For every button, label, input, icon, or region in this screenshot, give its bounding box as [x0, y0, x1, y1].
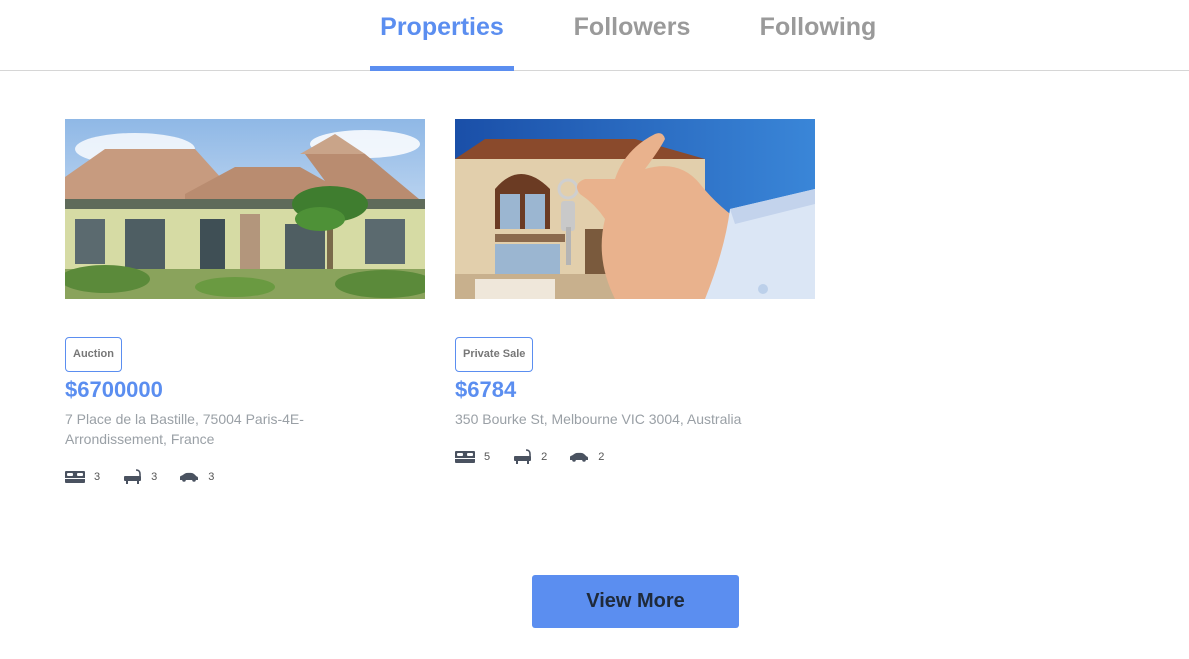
active-tab-indicator — [370, 66, 514, 71]
tab-following-label: Following — [759, 13, 877, 41]
feature-baths: 3 — [122, 469, 157, 485]
property-price: $6700000 — [65, 377, 163, 402]
property-features: 5 2 2 — [455, 449, 815, 465]
property-address: 350 Bourke St, Melbourne VIC 3004, Austr… — [455, 411, 742, 427]
view-more-button[interactable]: View More — [532, 575, 739, 628]
property-features: 3 3 3 — [65, 469, 425, 485]
property-image-keys[interactable] — [455, 119, 815, 299]
tab-following[interactable]: Following — [746, 10, 890, 70]
car-count: 2 — [598, 451, 605, 463]
sale-type-badge: Private Sale — [455, 337, 534, 372]
property-card[interactable]: Auction $6700000 7 Place de la Bastille,… — [65, 119, 425, 485]
sale-type-badge: Auction — [65, 337, 122, 372]
car-icon — [180, 472, 199, 482]
feature-cars: 3 — [179, 471, 214, 483]
feature-baths: 2 — [512, 449, 547, 465]
tab-followers[interactable]: Followers — [560, 10, 704, 70]
feature-beds: 5 — [455, 451, 490, 463]
profile-tabs: Properties Followers Following — [0, 0, 1189, 71]
bed-icon — [455, 451, 475, 463]
feature-beds: 3 — [65, 471, 100, 483]
bathtub-icon — [124, 469, 142, 484]
property-card[interactable]: Private Sale $6784 350 Bourke St, Melbou… — [455, 119, 815, 465]
bath-count: 3 — [151, 471, 158, 483]
bed-count: 5 — [484, 451, 491, 463]
tab-followers-label: Followers — [573, 13, 691, 41]
bed-icon — [65, 471, 85, 483]
car-icon — [570, 452, 589, 462]
bathtub-icon — [514, 449, 532, 464]
property-image-house[interactable] — [65, 119, 425, 299]
car-count: 3 — [208, 471, 215, 483]
bed-count: 3 — [94, 471, 101, 483]
property-address: 7 Place de la Bastille, 75004 Paris-4E-A… — [65, 411, 304, 447]
feature-cars: 2 — [569, 451, 604, 463]
tab-properties-label: Properties — [380, 13, 504, 41]
property-price: $6784 — [455, 377, 517, 402]
bath-count: 2 — [541, 451, 548, 463]
tab-properties[interactable]: Properties — [370, 10, 514, 71]
